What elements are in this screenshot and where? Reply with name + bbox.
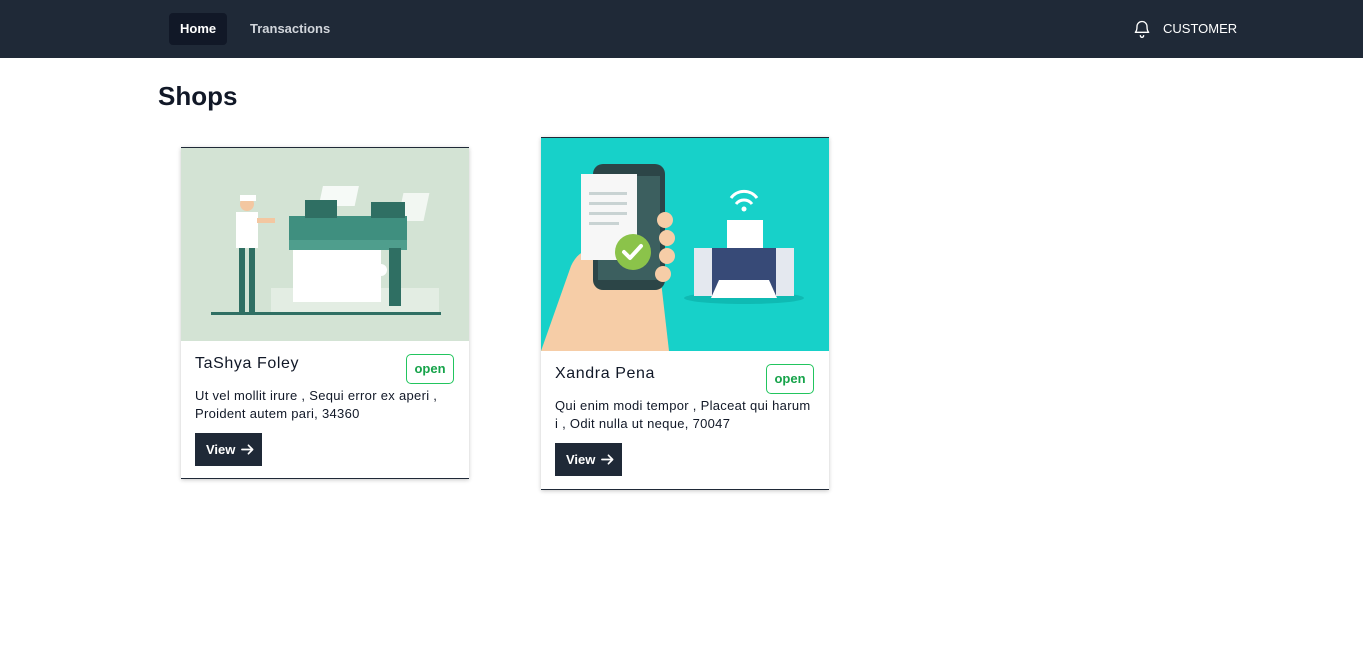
shop-address: Qui enim modi tempor , Placeat qui harum… (555, 398, 811, 431)
nav-home-link[interactable]: Home (169, 13, 228, 45)
view-button-label: View (566, 452, 596, 467)
top-navbar: Home Transactions CUSTOMER (0, 0, 1363, 58)
user-role-menu[interactable]: CUSTOMER (1163, 21, 1237, 36)
shop-name: Xandra Pena (555, 365, 656, 382)
status-badge: open (406, 354, 454, 384)
view-shop-button[interactable]: View (195, 433, 262, 466)
status-badge: open (766, 364, 814, 394)
view-button-label: View (206, 442, 236, 457)
arrow-right-icon (241, 444, 254, 455)
printing-machine-illustration (181, 148, 469, 341)
page-title: Shops (158, 81, 238, 111)
bell-icon[interactable] (1132, 19, 1152, 39)
mobile-print-illustration (541, 138, 829, 351)
shop-card: Xandra Pena open Qui enim modi tempor , … (541, 137, 829, 490)
shop-card: TaShya Foley open Ut vel mollit irure , … (181, 147, 469, 479)
shop-address: Ut vel mollit irure , Sequi error ex ape… (195, 388, 438, 421)
arrow-right-icon (601, 454, 614, 465)
shop-name: TaShya Foley (195, 355, 300, 372)
nav-transactions-link[interactable]: Transactions (239, 13, 341, 45)
view-shop-button[interactable]: View (555, 443, 622, 476)
